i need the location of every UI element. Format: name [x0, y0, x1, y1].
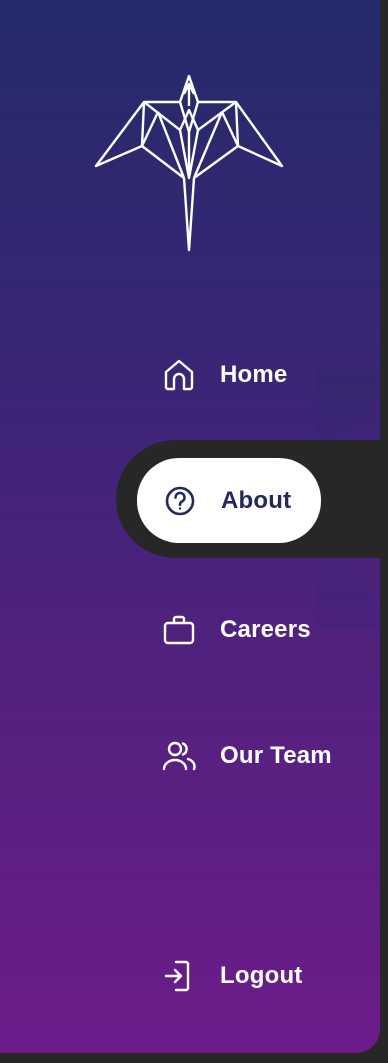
briefcase-icon: [162, 613, 196, 647]
question-circle-icon: [163, 484, 197, 518]
nav-label-careers: Careers: [220, 616, 311, 643]
logout-button[interactable]: Logout: [162, 956, 303, 996]
nav-label-our-team: Our Team: [220, 742, 332, 769]
people-icon: [162, 739, 196, 773]
nav-item-our-team[interactable]: Our Team: [162, 736, 332, 776]
nav-label-home: Home: [220, 361, 288, 388]
nav-item-about[interactable]: About: [137, 458, 321, 543]
logout-label: Logout: [220, 962, 303, 989]
nav-item-careers[interactable]: Careers: [162, 610, 311, 650]
nav-item-home[interactable]: Home: [162, 355, 287, 395]
nav-label-about: About: [221, 486, 292, 514]
home-icon: [162, 358, 196, 392]
logo-icon: [94, 74, 284, 252]
logout-icon: [162, 959, 196, 993]
